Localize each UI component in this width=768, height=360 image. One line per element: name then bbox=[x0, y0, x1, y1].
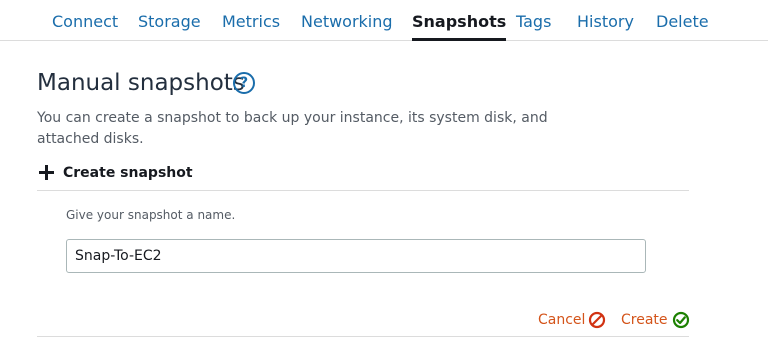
tab-storage[interactable]: Storage bbox=[138, 12, 201, 40]
create-button[interactable]: Create bbox=[621, 310, 690, 330]
page-title: Manual snapshots bbox=[37, 70, 245, 96]
plus-icon bbox=[39, 165, 54, 180]
section-description: You can create a snapshot to back up you… bbox=[37, 110, 548, 147]
cancel-button[interactable]: Cancel bbox=[538, 310, 606, 330]
tab-history[interactable]: History bbox=[577, 12, 634, 40]
tab-bar: Connect Storage Metrics Networking Snaps… bbox=[0, 0, 768, 41]
create-snapshot-toggle[interactable]: Create snapshot bbox=[37, 163, 689, 191]
snapshots-page: Connect Storage Metrics Networking Snaps… bbox=[0, 0, 768, 360]
check-circle-icon bbox=[672, 311, 690, 329]
cancel-circle-slash-icon bbox=[588, 311, 606, 329]
tab-connect[interactable]: Connect bbox=[52, 12, 118, 40]
tab-delete[interactable]: Delete bbox=[656, 12, 709, 40]
tab-tags[interactable]: Tags bbox=[516, 12, 551, 40]
section-divider bbox=[37, 336, 689, 337]
tab-metrics[interactable]: Metrics bbox=[222, 12, 280, 40]
snapshot-name-input[interactable] bbox=[66, 239, 646, 273]
create-label: Create bbox=[621, 312, 668, 328]
snapshot-name-label: Give your snapshot a name. bbox=[66, 208, 236, 222]
tab-networking[interactable]: Networking bbox=[301, 12, 393, 40]
tab-snapshots[interactable]: Snapshots bbox=[412, 12, 507, 41]
create-snapshot-label: Create snapshot bbox=[63, 165, 193, 181]
help-icon[interactable]: ? bbox=[233, 72, 255, 94]
cancel-label: Cancel bbox=[538, 312, 586, 328]
